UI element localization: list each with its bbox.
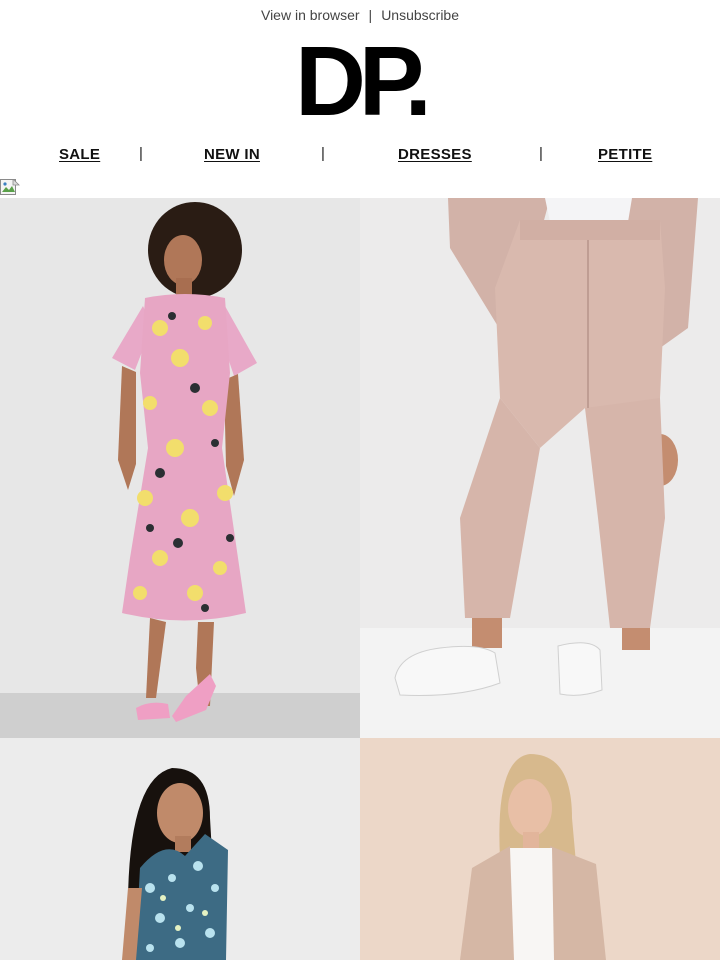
brand-logo[interactable]: DP. — [0, 32, 720, 130]
product-tile-blue-floral-dress[interactable] — [0, 738, 360, 960]
nav-separator: | — [139, 145, 144, 162]
pink-tailored-trousers-photo-icon — [360, 198, 720, 738]
blush-blazer-suit-photo-icon — [360, 738, 720, 960]
unsubscribe-link[interactable]: Unsubscribe — [381, 7, 459, 23]
nav-separator: | — [321, 145, 326, 162]
nav-item-new-in[interactable]: NEW IN — [204, 146, 260, 163]
view-in-browser-link[interactable]: View in browser — [261, 7, 360, 23]
nav-separator: | — [539, 145, 544, 162]
main-nav: SALE | NEW IN | DRESSES | PETITE — [0, 144, 720, 168]
nav-item-sale[interactable]: SALE — [59, 146, 100, 163]
broken-image-icon — [0, 178, 20, 197]
product-grid — [0, 198, 720, 960]
utility-separator: | — [368, 7, 373, 23]
blue-floral-dress-photo-icon — [0, 738, 360, 960]
nav-item-petite[interactable]: PETITE — [598, 146, 652, 163]
product-tile-blush-blazer[interactable] — [360, 738, 720, 960]
product-tile-floral-midi-dress[interactable] — [0, 198, 360, 738]
product-tile-pink-trousers[interactable] — [360, 198, 720, 738]
floral-midi-dress-photo-icon — [0, 198, 360, 738]
nav-item-dresses[interactable]: DRESSES — [398, 146, 472, 163]
